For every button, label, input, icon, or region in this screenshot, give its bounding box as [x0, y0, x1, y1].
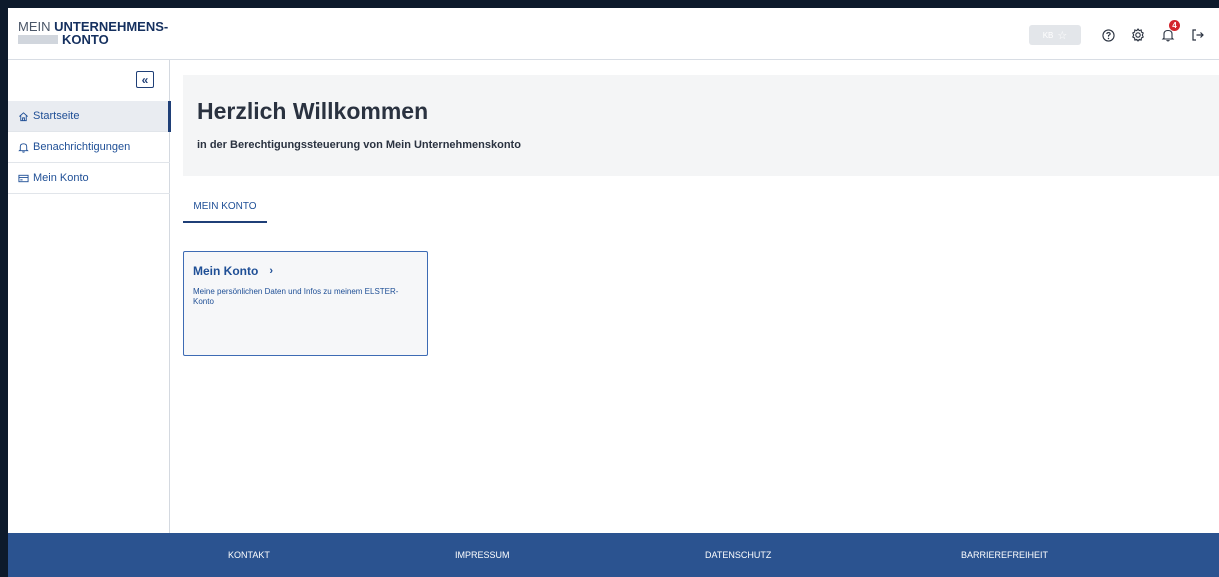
app-header: MEIN UNTERNEHMENS- KONTO KB ☆ 4 — [8, 8, 1219, 60]
footer-link-kontakt[interactable]: KONTAKT — [228, 533, 270, 577]
logo-line-2: KONTO — [18, 33, 168, 46]
welcome-banner: Herzlich Willkommen in der Berechtigungs… — [183, 75, 1219, 176]
footer-link-impressum[interactable]: IMPRESSUM — [455, 533, 510, 577]
sidebar-item-mein-konto[interactable]: Mein Konto — [8, 163, 170, 194]
logo-text-konto: KONTO — [62, 32, 109, 47]
notification-count-badge: 4 — [1169, 20, 1180, 31]
sidebar-item-benachrichtigungen[interactable]: Benachrichtigungen — [8, 132, 170, 163]
chevron-right-icon: › — [269, 265, 273, 277]
header-actions: KB ☆ 4 — [1029, 20, 1209, 46]
window-frame-top — [0, 0, 1219, 8]
footer-link-barrierefreiheit[interactable]: BARRIEREFREIHEIT — [961, 533, 1048, 577]
help-icon[interactable] — [1097, 24, 1119, 46]
footer-link-datenschutz[interactable]: DATENSCHUTZ — [705, 533, 771, 577]
page-subtitle: in der Berechtigungssteuerung von Mein U… — [197, 139, 521, 151]
star-icon: ☆ — [1057, 29, 1068, 42]
sidebar-nav: Startseite Benachrichtigungen Mein Konto — [8, 101, 171, 194]
sidebar-item-label: Mein Konto — [33, 172, 89, 184]
favorites-button[interactable]: KB ☆ — [1029, 25, 1081, 45]
card-description: Meine persönlichen Daten und Infos zu me… — [193, 287, 399, 306]
tab-mein-konto[interactable]: MEIN KONTO — [183, 192, 267, 223]
app-logo[interactable]: MEIN UNTERNEHMENS- KONTO — [18, 20, 168, 46]
logo-bar — [18, 35, 58, 44]
footer: KONTAKT IMPRESSUM DATENSCHUTZ BARRIEREFR… — [8, 533, 1219, 577]
home-icon — [17, 110, 29, 122]
card-title-text: Mein Konto — [193, 264, 259, 278]
page-title: Herzlich Willkommen — [197, 98, 429, 124]
bell-icon — [17, 141, 29, 153]
card-icon — [17, 172, 29, 184]
card-title: Mein Konto › — [193, 264, 273, 278]
collapse-sidebar-button[interactable]: « — [136, 71, 154, 88]
sidebar: « Startseite Benachrichtigungen Mein Kon… — [8, 60, 171, 533]
kb-label: KB — [1042, 30, 1054, 40]
gear-icon[interactable] — [1127, 24, 1149, 46]
mein-konto-card[interactable]: Mein Konto › Meine persönlichen Daten un… — [183, 251, 428, 356]
window-frame-left — [0, 0, 8, 577]
notifications-button[interactable]: 4 — [1157, 20, 1180, 46]
logout-icon[interactable] — [1187, 24, 1209, 46]
sidebar-item-label: Startseite — [33, 110, 80, 122]
sidebar-item-label: Benachrichtigungen — [33, 141, 131, 153]
logo-text-mein: MEIN — [18, 19, 51, 34]
sidebar-item-startseite[interactable]: Startseite — [8, 101, 171, 132]
